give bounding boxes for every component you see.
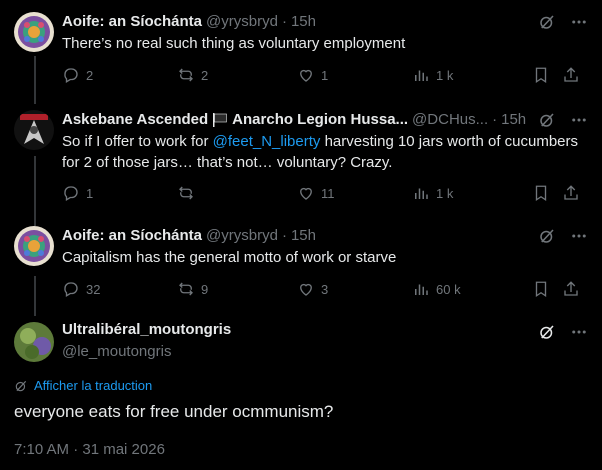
black-flag-icon [213,113,227,127]
more-icon[interactable] [570,13,588,31]
user-handle[interactable]: @le_moutongris [62,342,171,362]
grok-icon[interactable] [538,323,556,341]
bookmark-icon [535,281,547,298]
tweet-top-icons [538,12,588,32]
reply-icon [64,282,78,297]
views-count: 60 k [436,281,461,297]
tweet-header: Aoife: an Síochánta @yrysbryd · 15h [62,12,532,32]
retweet-icon [179,282,193,296]
translate-link[interactable]: Afficher la traduction [14,378,152,393]
retweet-button[interactable]: 2 [177,66,208,84]
mention-link[interactable]: @feet_N_liberty [213,133,321,150]
reply-icon [64,186,78,201]
views-icon [415,188,428,199]
tweet-actions: 2 2 1 1 k [62,66,582,86]
grok-icon[interactable] [538,227,556,245]
translate-label: Afficher la traduction [34,378,153,393]
bookmark-button[interactable] [532,280,550,303]
heart-icon [300,187,312,200]
share-button[interactable] [562,280,580,303]
more-icon[interactable] [570,111,588,129]
tweet[interactable]: Aoife: an Síochánta @yrysbryd · 15h Ther… [0,12,602,92]
more-icon[interactable] [570,323,588,341]
tweet[interactable]: Askebane Ascended Anarcho Legion Hussa..… [0,110,602,210]
views-icon [415,70,428,81]
reply-count: 2 [86,67,94,83]
display-name[interactable]: Aoife: an Síochánta [62,12,202,32]
tweet-header: Aoife: an Síochánta @yrysbryd · 15h [62,226,532,246]
user-handle[interactable]: @yrysbryd [206,12,278,32]
tweet-text: Capitalism has the general motto of work… [62,249,397,266]
retweet-icon [179,186,193,200]
tweet-header: Askebane Ascended Anarcho Legion Hussa..… [62,110,532,130]
retweet-count: 2 [201,67,209,83]
reply-button[interactable]: 1 [62,184,93,202]
views-button[interactable]: 1 k [412,66,453,84]
tweet-time[interactable]: 15h [291,12,316,32]
reply-count: 1 [86,185,94,201]
avatar[interactable] [14,322,54,362]
tweet-text: There’s no real such thing as voluntary … [62,35,406,52]
like-count: 3 [321,281,329,297]
tweet-top-icons [538,322,588,342]
display-name[interactable]: Ultralibéral_moutongris [62,320,231,340]
views-icon [415,284,428,295]
bookmark-button[interactable] [532,184,550,207]
heart-icon [300,69,312,82]
grok-icon[interactable] [538,111,556,129]
views-button[interactable]: 1 k [412,184,453,202]
like-button[interactable]: 3 [297,280,328,298]
reply-button[interactable]: 32 [62,280,100,298]
display-name-suffix[interactable]: Anarcho Legion Hussa... [232,110,408,130]
avatar[interactable] [14,110,54,150]
user-handle[interactable]: @yrysbryd [206,226,278,246]
display-name[interactable]: Aoife: an Síochánta [62,226,202,246]
retweet-count: 9 [201,281,209,297]
tweet-actions: 32 9 3 60 k [62,280,582,300]
share-button[interactable] [562,184,580,207]
reply-count: 32 [86,281,101,297]
display-name[interactable]: Askebane Ascended [62,110,208,130]
views-count: 1 k [436,67,454,83]
avatar[interactable] [14,12,54,52]
bookmark-icon [535,67,547,84]
like-count: 1 [321,67,329,83]
tweet-text-part: So if I offer to work for [62,133,213,150]
views-button[interactable]: 60 k [412,280,461,298]
share-icon [564,67,578,82]
like-count: 11 [321,185,335,201]
tweet-time[interactable]: 15h [291,226,316,246]
retweet-button[interactable] [177,184,201,202]
avatar[interactable] [14,226,54,266]
heart-icon [300,283,312,296]
tweet-text: So if I offer to work for @feet_N_libert… [62,131,582,173]
tweet-actions: 1 11 1 k [62,184,582,204]
separator-dot: · [492,111,498,128]
tweet-timestamp[interactable]: 7:10 AM · 31 mai 2026 [14,440,165,460]
grok-icon[interactable] [538,13,556,31]
share-button[interactable] [562,66,580,89]
tweet-top-icons [538,110,588,130]
bookmark-icon [535,185,547,202]
more-icon[interactable] [570,227,588,245]
bookmark-button[interactable] [532,66,550,89]
tweet-top-icons [538,226,588,246]
like-button[interactable]: 11 [297,184,335,202]
views-count: 1 k [436,185,454,201]
retweet-icon [179,68,193,82]
tweet-time[interactable]: 15h [501,110,526,130]
reply-button[interactable]: 2 [62,66,93,84]
retweet-button[interactable]: 9 [177,280,208,298]
tweet-text: everyone eats for free under ocmmunism? [14,402,334,421]
separator-dot: · [281,13,287,30]
separator-dot: · [281,227,287,244]
translate-icon [15,380,27,391]
user-handle[interactable]: @DCHus... [412,110,488,130]
tweet[interactable]: Aoife: an Síochánta @yrysbryd · 15h Capi… [0,226,602,306]
reply-icon [64,68,78,83]
share-icon [564,185,578,200]
share-icon [564,281,578,296]
like-button[interactable]: 1 [297,66,328,84]
